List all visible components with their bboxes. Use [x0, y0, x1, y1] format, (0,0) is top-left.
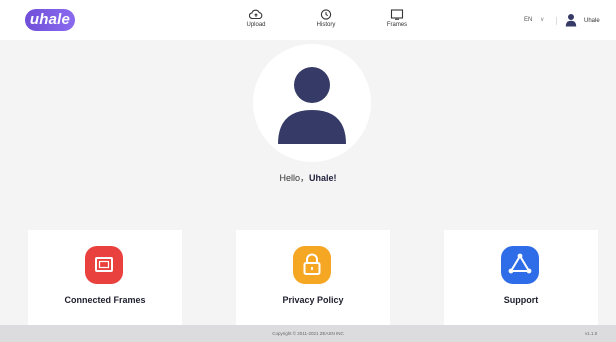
- nav-upload[interactable]: Upload: [230, 9, 282, 28]
- connected-frames-icon-tile: [85, 246, 123, 284]
- avatar: [253, 44, 371, 162]
- privacy-policy-label: Privacy Policy: [282, 295, 344, 305]
- frame-icon: [390, 9, 404, 20]
- lock-icon: [303, 253, 321, 275]
- footer: Copyright © 2011-2021 ZEASN INC v1.1.0: [0, 325, 616, 342]
- frame-icon: [95, 257, 113, 272]
- privacy-policy-card[interactable]: Privacy Policy: [236, 230, 390, 326]
- nav-history[interactable]: History: [300, 9, 352, 28]
- support-card[interactable]: Support: [444, 230, 598, 326]
- cloud-upload-icon: [249, 9, 263, 20]
- support-label: Support: [503, 295, 539, 305]
- copyright-text: Copyright © 2011-2021 ZEASN INC: [272, 331, 344, 336]
- nav-history-label: History: [316, 22, 336, 28]
- greeting: Hello，Uhale!: [0, 171, 616, 184]
- nav-frames[interactable]: Frames: [371, 9, 423, 28]
- greeting-prefix: Hello，: [279, 173, 309, 183]
- nav-frames-label: Frames: [386, 22, 408, 28]
- greeting-name: Uhale!: [309, 173, 337, 183]
- version-text: v1.1.0: [585, 331, 598, 336]
- user-name[interactable]: Uhale: [584, 18, 600, 24]
- connected-frames-label: Connected Frames: [64, 295, 146, 305]
- connected-frames-card[interactable]: Connected Frames: [28, 230, 182, 326]
- support-icon: [508, 253, 532, 274]
- uhale-logo[interactable]: uhale: [25, 9, 75, 31]
- user-icon[interactable]: [565, 13, 577, 27]
- support-icon-tile: [501, 246, 539, 284]
- privacy-policy-icon-tile: [293, 246, 331, 284]
- top-navigation-bar: uhale Upload History Frames EN ∨ Uhale: [0, 0, 616, 40]
- clock-icon: [320, 9, 332, 20]
- nav-upload-label: Upload: [246, 22, 266, 28]
- header-divider: [556, 17, 557, 25]
- chevron-down-icon[interactable]: ∨: [540, 16, 544, 23]
- language-selector[interactable]: EN: [524, 17, 532, 23]
- avatar-person-icon: [278, 67, 346, 144]
